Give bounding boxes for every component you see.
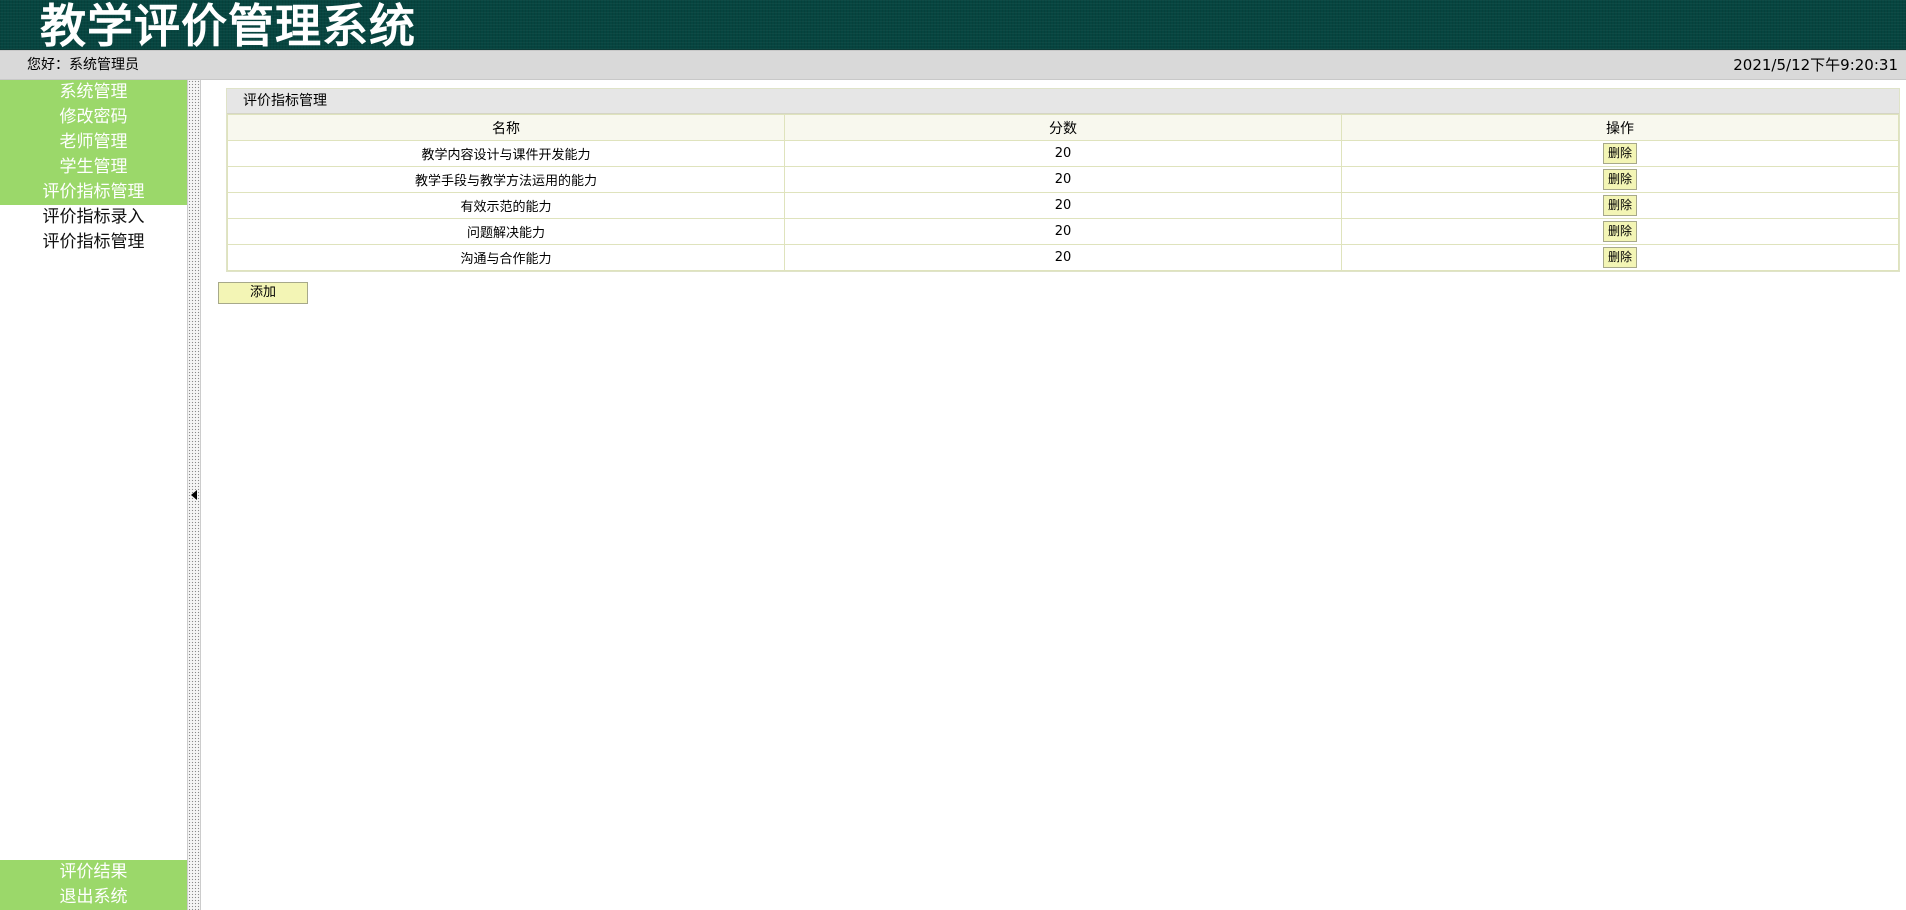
current-datetime: 2021/5/12下午9:20:31	[1733, 56, 1898, 74]
cell-score: 20	[784, 192, 1342, 219]
criteria-table: 名称 分数 操作 教学内容设计与课件开发能力 20 删除 教学手段与教学方法运用…	[227, 114, 1899, 271]
cell-name: 有效示范的能力	[227, 192, 785, 219]
cell-score: 20	[784, 140, 1342, 167]
sidebar: 系统管理 修改密码 老师管理 学生管理 评价指标管理 评价指标录入 评价指标管理…	[0, 80, 187, 910]
delete-button[interactable]: 删除	[1602, 143, 1637, 164]
column-header-score: 分数	[784, 114, 1342, 141]
sidebar-subitem-criteria-management[interactable]: 评价指标管理	[0, 230, 187, 255]
user-greeting: 您好：系统管理员	[27, 57, 139, 73]
sidebar-subitem-criteria-entry[interactable]: 评价指标录入	[0, 205, 187, 230]
top-status-bar: 您好：系统管理员 2021/5/12下午9:20:31	[0, 50, 1906, 80]
cell-action: 删除	[1341, 244, 1899, 271]
delete-button[interactable]: 删除	[1602, 195, 1637, 216]
sidebar-item-system-management[interactable]: 系统管理	[0, 80, 187, 105]
criteria-panel: 评价指标管理 名称 分数 操作 教学内容设计与课件开发能力 20 删除 教学手段…	[226, 88, 1900, 272]
cell-name: 教学内容设计与课件开发能力	[227, 140, 785, 167]
delete-button[interactable]: 删除	[1602, 221, 1637, 242]
panel-title: 评价指标管理	[227, 89, 1899, 114]
cell-score: 20	[784, 166, 1342, 193]
table-row: 教学内容设计与课件开发能力 20 删除	[227, 140, 1899, 167]
cell-name: 问题解决能力	[227, 218, 785, 245]
cell-name: 教学手段与教学方法运用的能力	[227, 166, 785, 193]
sidebar-bottom-group: 评价结果 退出系统	[0, 860, 187, 910]
sidebar-item-logout[interactable]: 退出系统	[0, 885, 187, 910]
table-row: 沟通与合作能力 20 删除	[227, 244, 1899, 271]
cell-name: 沟通与合作能力	[227, 244, 785, 271]
delete-button[interactable]: 删除	[1602, 247, 1637, 268]
cell-action: 删除	[1341, 218, 1899, 245]
cell-score: 20	[784, 244, 1342, 271]
cell-action: 删除	[1341, 192, 1899, 219]
table-row: 有效示范的能力 20 删除	[227, 192, 1899, 219]
cell-action: 删除	[1341, 140, 1899, 167]
cell-score: 20	[784, 218, 1342, 245]
sidebar-item-teacher-management[interactable]: 老师管理	[0, 130, 187, 155]
app-header: 教学评价管理系统	[0, 0, 1906, 53]
column-header-action: 操作	[1341, 114, 1899, 141]
sidebar-item-criteria-management[interactable]: 评价指标管理	[0, 180, 187, 205]
app-title: 教学评价管理系统	[40, 0, 416, 53]
column-header-name: 名称	[227, 114, 785, 141]
table-header-row: 名称 分数 操作	[227, 114, 1899, 141]
main-content: 评价指标管理 名称 分数 操作 教学内容设计与课件开发能力 20 删除 教学手段…	[218, 80, 1902, 910]
sidebar-item-student-management[interactable]: 学生管理	[0, 155, 187, 180]
table-row: 问题解决能力 20 删除	[227, 218, 1899, 245]
delete-button[interactable]: 删除	[1602, 169, 1637, 190]
collapse-left-icon[interactable]	[191, 490, 197, 500]
add-criteria-button[interactable]: 添加	[218, 282, 308, 304]
table-row: 教学手段与教学方法运用的能力 20 删除	[227, 166, 1899, 193]
sidebar-item-evaluation-results[interactable]: 评价结果	[0, 860, 187, 885]
sidebar-item-change-password[interactable]: 修改密码	[0, 105, 187, 130]
cell-action: 删除	[1341, 166, 1899, 193]
sidebar-splitter[interactable]	[187, 80, 201, 910]
